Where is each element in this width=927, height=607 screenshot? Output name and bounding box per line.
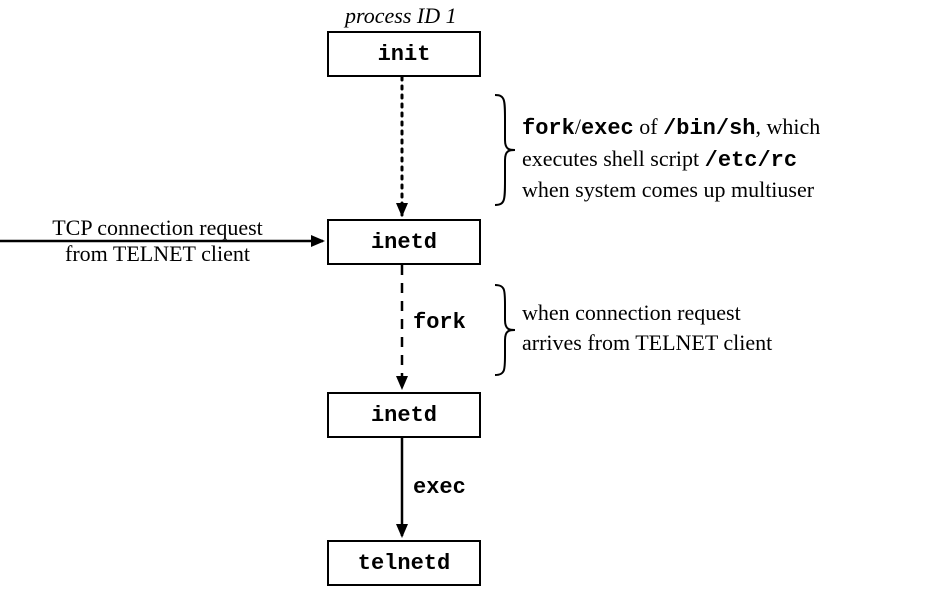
brace-icon-2	[495, 285, 515, 375]
brace-icon-1	[495, 95, 515, 205]
diagram-svg	[0, 0, 927, 607]
